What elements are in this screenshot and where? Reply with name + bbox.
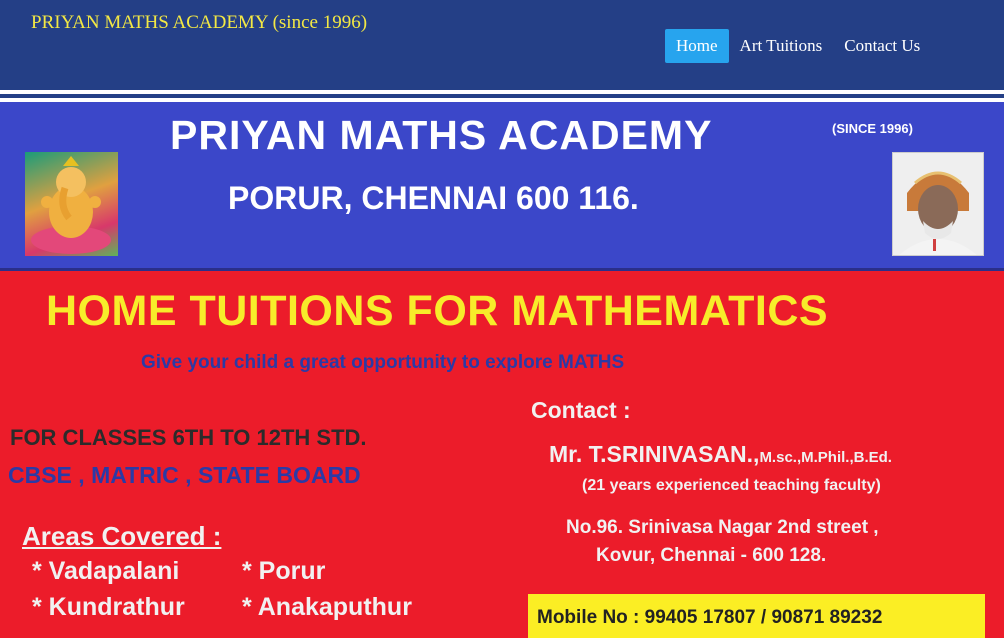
academy-title: PRIYAN MATHS ACADEMY [170, 112, 713, 158]
tagline: Give your child a great opportunity to e… [141, 352, 625, 373]
hero-banner: PRIYAN MATHS ACADEMY (SINCE 1996) PORUR,… [0, 102, 1004, 268]
nav-item-art-tuitions[interactable]: Art Tuitions [729, 29, 834, 63]
contact-name: Mr. T.SRINIVASAN., [549, 441, 760, 467]
site-title[interactable]: PRIYAN MATHS ACADEMY (since 1996) [31, 12, 367, 34]
main-headline: HOME TUITIONS FOR MATHEMATICS [46, 287, 829, 335]
area-item: * Anakaputhur [242, 593, 412, 621]
mobile-number: Mobile No : 99405 17807 / 90871 89232 [537, 607, 883, 628]
academy-location: PORUR, CHENNAI 600 116. [228, 180, 639, 216]
main-nav: Home Art Tuitions Contact Us [665, 29, 931, 63]
boards-info: CBSE , MATRIC , STATE BOARD [8, 462, 361, 488]
area-item: * Kundrathur [32, 593, 185, 621]
area-item: * Vadapalani [32, 557, 180, 585]
since-label: (SINCE 1996) [832, 121, 913, 136]
contact-label: Contact : [531, 397, 631, 423]
classes-info: FOR CLASSES 6TH TO 12TH STD. [10, 425, 367, 450]
top-navbar: PRIYAN MATHS ACADEMY (since 1996) Home A… [0, 0, 1004, 90]
mobile-box: Mobile No : 99405 17807 / 90871 89232 [528, 594, 985, 638]
nav-item-home[interactable]: Home [665, 29, 729, 63]
areas-heading: Areas Covered : [22, 521, 222, 551]
ganesha-image [25, 152, 118, 256]
address-line-2: Kovur, Chennai - 600 128. [596, 545, 827, 566]
nav-item-contact-us[interactable]: Contact Us [833, 29, 931, 63]
main-section: HOME TUITIONS FOR MATHEMATICS Give your … [0, 271, 1004, 638]
address-line-1: No.96. Srinivasa Nagar 2nd street , [566, 517, 879, 538]
contact-qualifications: M.sc.,M.Phil.,B.Ed. [759, 449, 892, 466]
area-item: * Porur [242, 557, 326, 585]
contact-experience: (21 years experienced teaching faculty) [582, 477, 881, 494]
contact-person: Mr. T.SRINIVASAN.,M.sc.,M.Phil.,B.Ed. [549, 441, 892, 468]
sai-baba-image [892, 152, 984, 256]
